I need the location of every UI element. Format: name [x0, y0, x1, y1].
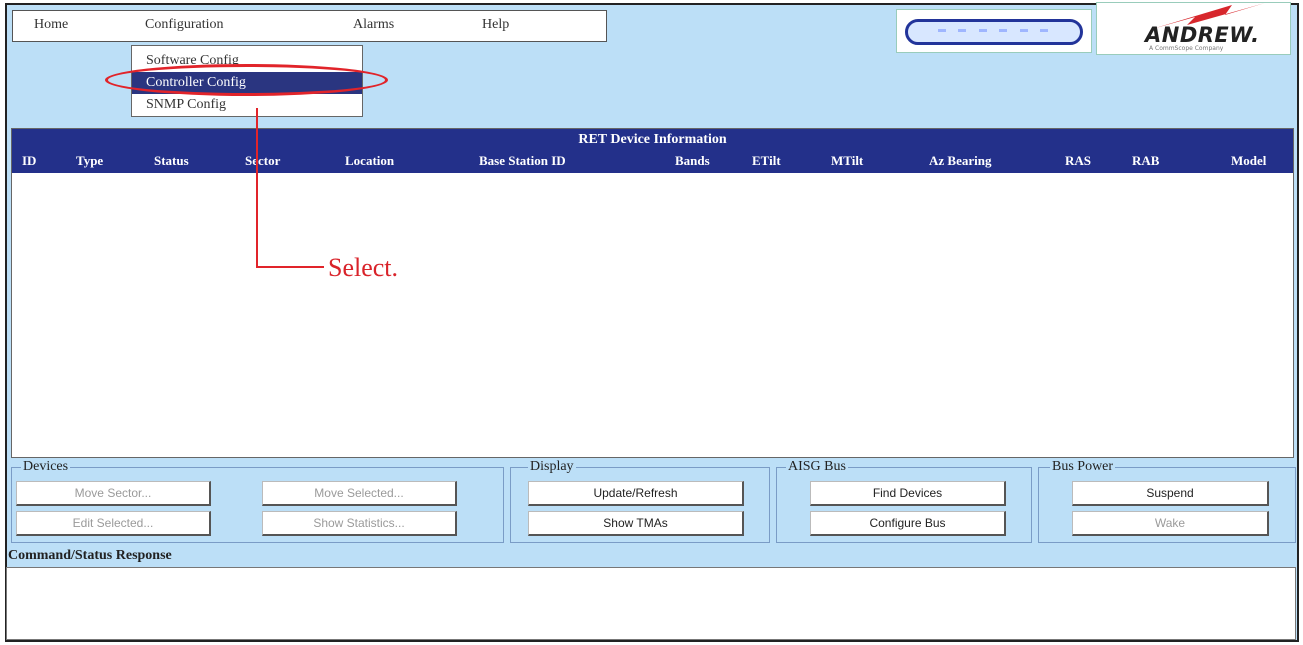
callout-line-vertical: [256, 108, 258, 267]
configuration-dropdown: Software Config Controller Config SNMP C…: [131, 45, 363, 117]
update-refresh-button[interactable]: Update/Refresh: [528, 481, 744, 506]
show-statistics-button[interactable]: Show Statistics...: [262, 511, 457, 536]
column-header-model[interactable]: Model: [1231, 151, 1266, 173]
column-header-sector[interactable]: Sector: [245, 151, 280, 173]
menu-home[interactable]: Home: [34, 17, 68, 33]
find-devices-button[interactable]: Find Devices: [810, 481, 1006, 506]
column-header-id[interactable]: ID: [22, 151, 36, 173]
column-header-az-bearing[interactable]: Az Bearing: [929, 151, 991, 173]
bus-power-label: Bus Power: [1050, 459, 1116, 475]
ret-device-table: RET Device Information ID Type Status Se…: [11, 128, 1294, 458]
column-header-status[interactable]: Status: [154, 151, 189, 173]
menu-configuration[interactable]: Configuration: [145, 17, 224, 33]
column-header-rab[interactable]: RAB: [1132, 151, 1159, 173]
column-header-base-station-id[interactable]: Base Station ID: [479, 151, 566, 173]
brand-name: ANDREW.: [1145, 23, 1260, 47]
dropdown-item-snmp-config[interactable]: SNMP Config: [132, 94, 362, 116]
dropdown-item-controller-config[interactable]: Controller Config: [132, 72, 362, 94]
column-header-etilt[interactable]: ETilt: [752, 151, 781, 173]
move-sector-button[interactable]: Move Sector...: [16, 481, 211, 506]
suspend-button[interactable]: Suspend: [1072, 481, 1269, 506]
devices-label: Devices: [21, 459, 71, 475]
command-status-label: Command/Status Response: [8, 548, 172, 563]
move-selected-button[interactable]: Move Selected...: [262, 481, 457, 506]
menu-alarms[interactable]: Alarms: [353, 17, 394, 33]
column-header-bands[interactable]: Bands: [675, 151, 710, 173]
column-header-ras[interactable]: RAS: [1065, 151, 1091, 173]
wake-button[interactable]: Wake: [1072, 511, 1269, 536]
menu-help[interactable]: Help: [482, 17, 509, 33]
aisg-bus-label: AISG Bus: [786, 459, 848, 475]
column-header-mtilt[interactable]: MTilt: [831, 151, 863, 173]
column-header-location[interactable]: Location: [345, 151, 394, 173]
logo-oval-icon: [905, 19, 1083, 45]
edit-selected-button[interactable]: Edit Selected...: [16, 511, 211, 536]
show-tmas-button[interactable]: Show TMAs: [528, 511, 744, 536]
dropdown-item-software-config[interactable]: Software Config: [132, 50, 362, 72]
andrew-logo: ANDREW. A CommScope Company: [1096, 2, 1291, 55]
command-status-response-area[interactable]: [6, 567, 1296, 640]
callout-label: Select.: [328, 253, 399, 282]
column-header-type[interactable]: Type: [76, 151, 103, 173]
menu-bar: Home Configuration Alarms Help: [12, 10, 607, 42]
configure-bus-button[interactable]: Configure Bus: [810, 511, 1006, 536]
system-logo: [896, 9, 1092, 53]
table-title: RET Device Information: [12, 129, 1293, 151]
table-header: ID Type Status Sector Location Base Stat…: [12, 151, 1293, 173]
callout-line-horizontal: [256, 266, 324, 268]
display-label: Display: [528, 459, 576, 475]
brand-tagline: A CommScope Company: [1149, 45, 1224, 52]
